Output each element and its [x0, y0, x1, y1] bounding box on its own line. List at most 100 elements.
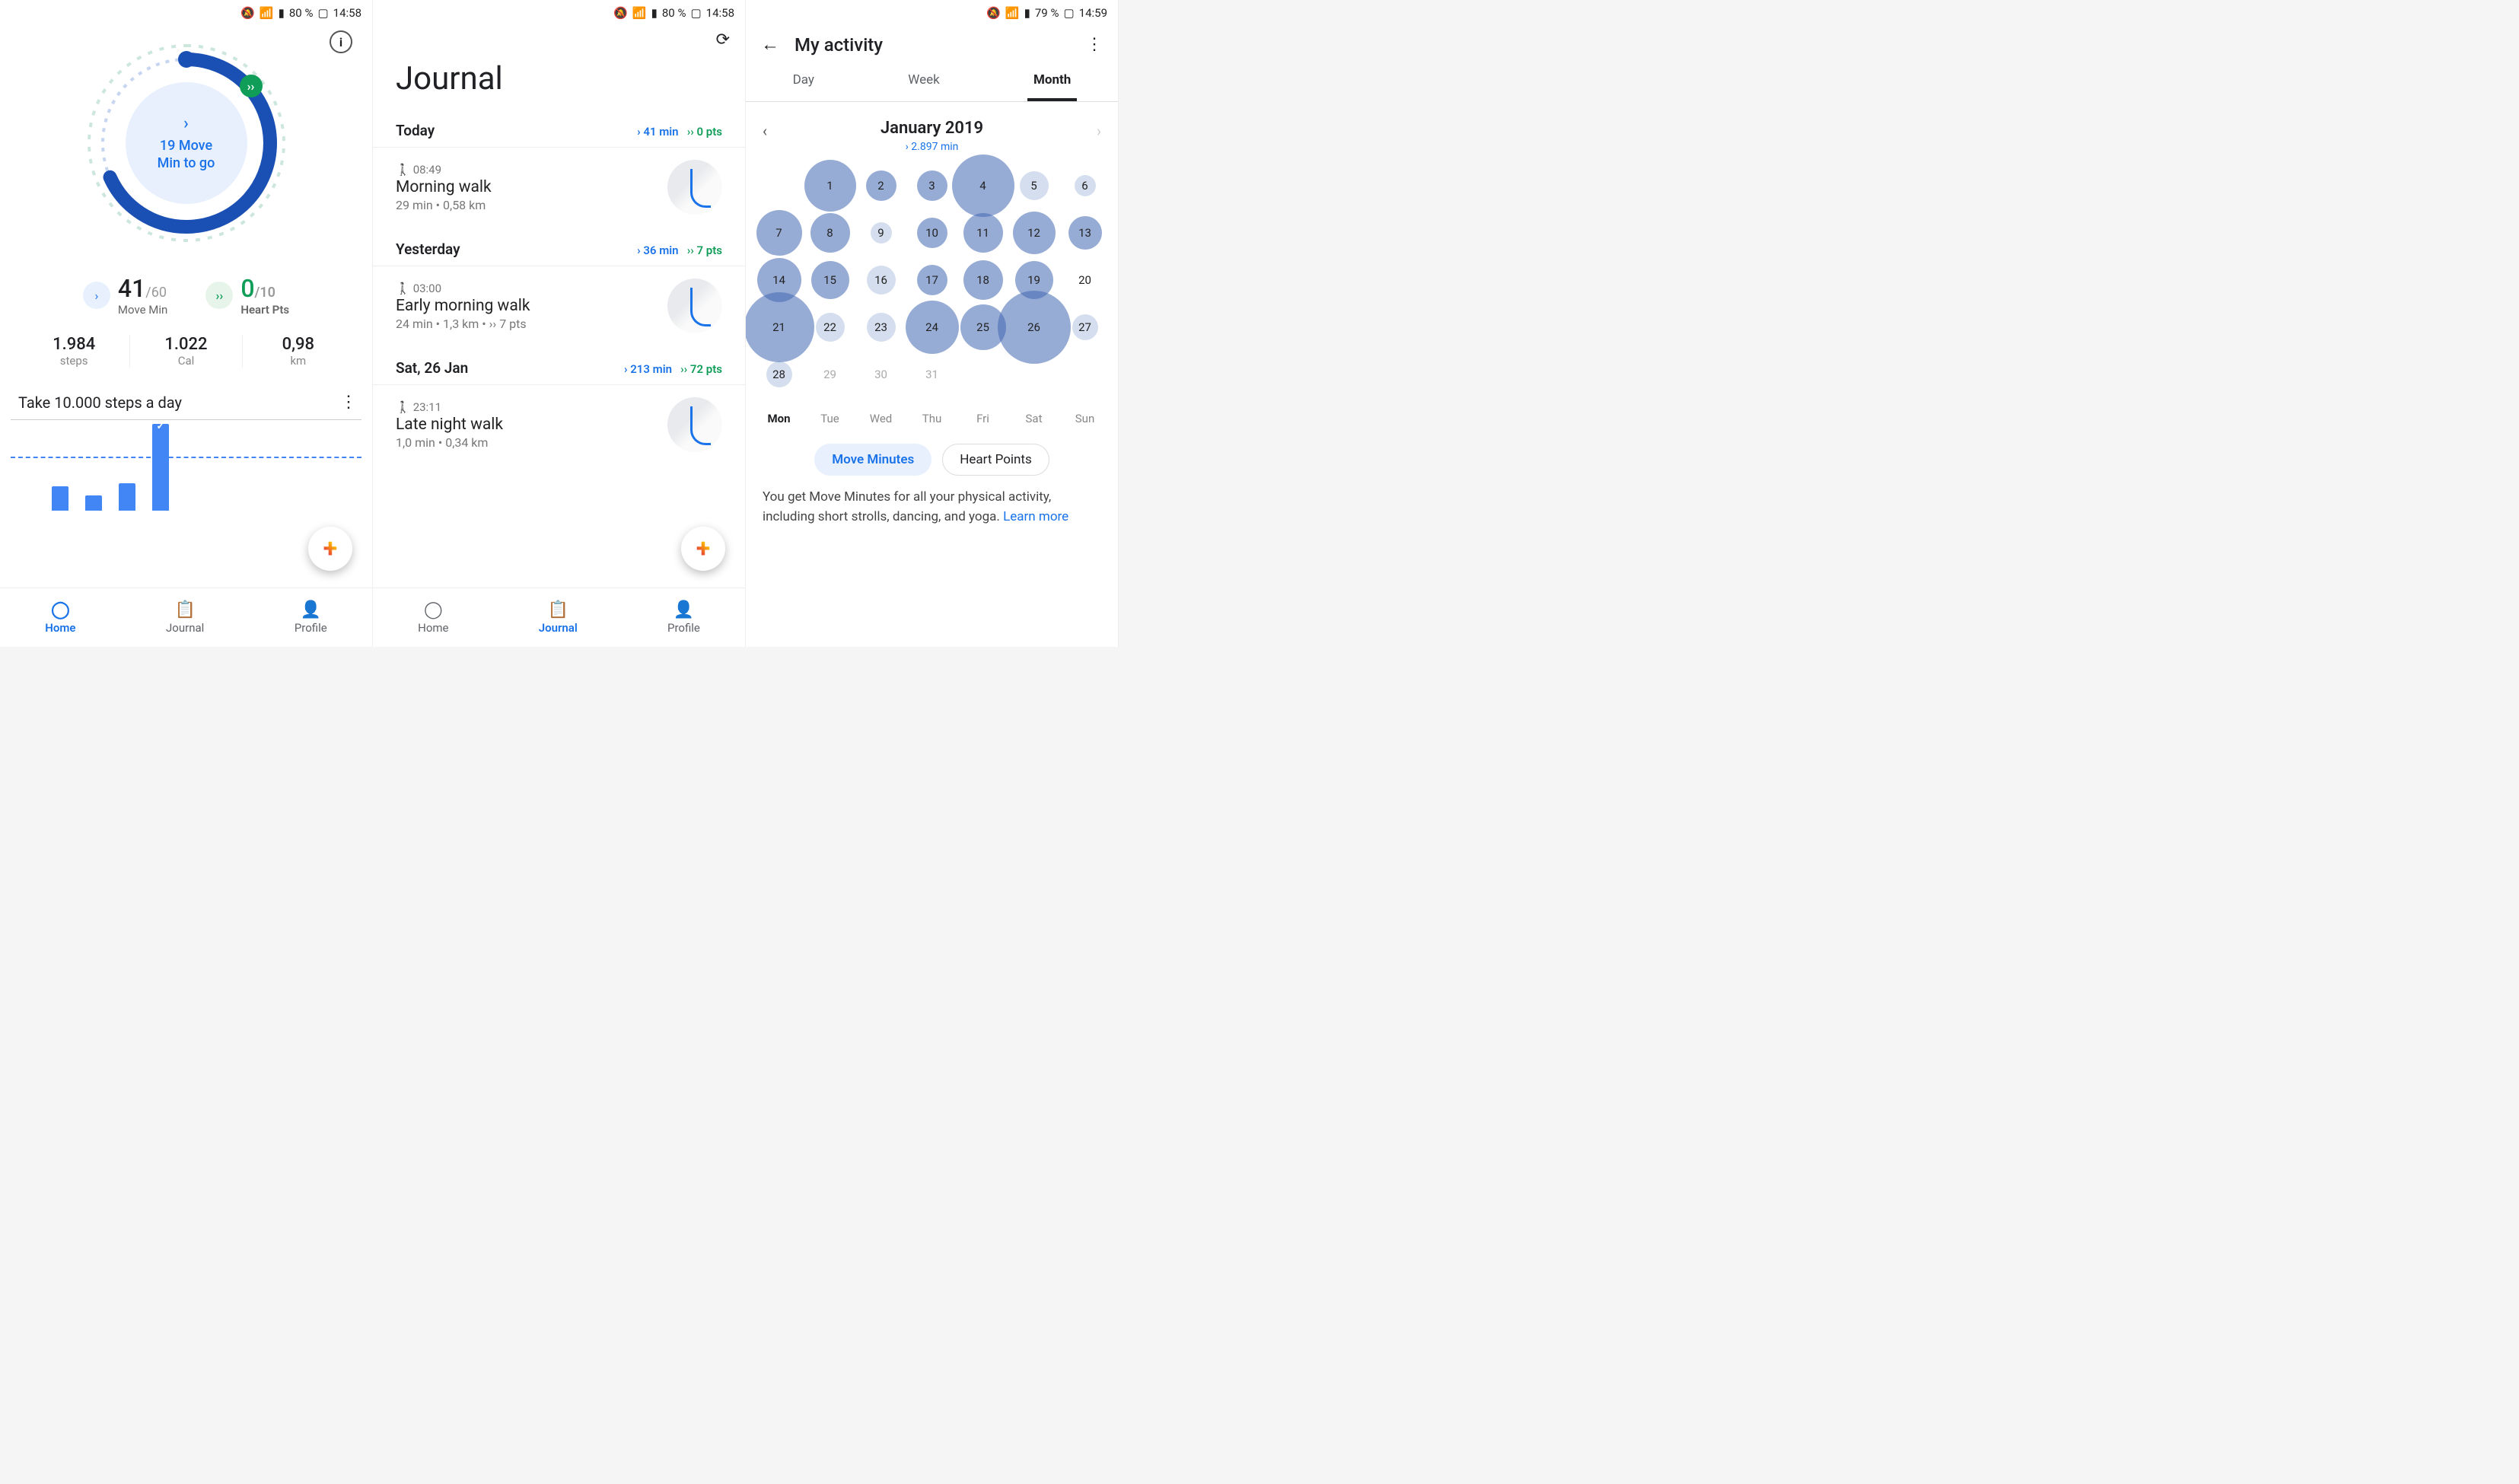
day-bubble[interactable]: 12 — [1008, 209, 1059, 256]
day-bubble[interactable]: 3 — [906, 162, 957, 209]
day-number: 31 — [925, 368, 938, 381]
ring-center[interactable]: › 19 MoveMin to go — [126, 82, 247, 204]
battery-icon: ▢ — [317, 6, 328, 20]
nav-journal[interactable]: 📋Journal — [539, 600, 578, 635]
section-label: Sat, 26 Jan — [396, 359, 468, 377]
journal-item[interactable]: 23:11Late night walk1,0 min • 0,34 km — [373, 385, 745, 467]
journal-item[interactable]: 08:49Morning walk29 min • 0,58 km — [373, 148, 745, 230]
day-bubble[interactable]: 27 — [1059, 304, 1110, 351]
move-label: Move Min — [118, 303, 167, 317]
day-number: 11 — [976, 226, 989, 240]
heart-pts-stat[interactable]: ›› 0/10 Heart Pts — [205, 274, 289, 317]
day-bubble[interactable]: 31 — [906, 351, 957, 398]
weekday-label: Fri — [957, 412, 1008, 425]
chip-move-minutes[interactable]: Move Minutes — [814, 444, 931, 476]
day-bubble[interactable]: 8 — [804, 209, 855, 256]
day-bubble[interactable]: 17 — [906, 256, 957, 304]
steps-metric[interactable]: 1.984steps — [18, 335, 129, 368]
tab-day[interactable]: Day — [787, 63, 820, 101]
move-min-stat[interactable]: › 41/60 Move Min — [83, 274, 167, 317]
status-bar: 🔕 📶 ▮ 80 % ▢ 14:58 — [373, 0, 745, 23]
day-bubble[interactable]: 6 — [1059, 162, 1110, 209]
day-number: 20 — [1078, 273, 1091, 287]
nav-journal[interactable]: 📋Journal — [166, 600, 204, 635]
activity-time: 03:00 — [396, 282, 655, 295]
day-bubble[interactable]: 5 — [1008, 162, 1059, 209]
journal-icon: 📋 — [539, 600, 578, 619]
day-number: 28 — [772, 368, 785, 381]
day-bubble[interactable]: 11 — [957, 209, 1008, 256]
day-bubble[interactable]: 2 — [855, 162, 906, 209]
section-summary: › 41 min ›› 0 pts — [637, 125, 722, 139]
day-bubble[interactable]: 30 — [855, 351, 906, 398]
section-label: Yesterday — [396, 240, 460, 258]
range-tabs: Day Week Month — [746, 63, 1118, 102]
month-label: January 2019 — [746, 119, 1118, 138]
day-bubble[interactable]: 26 — [1008, 304, 1059, 351]
day-bubble[interactable]: 24 — [906, 304, 957, 351]
day-bubble[interactable]: 29 — [804, 351, 855, 398]
nav-profile[interactable]: 👤Profile — [667, 600, 700, 635]
add-fab-button[interactable]: + — [308, 527, 352, 571]
journal-section-header[interactable]: Today› 41 min ›› 0 pts — [373, 111, 745, 148]
activity-name: Morning walk — [396, 178, 655, 196]
day-bubble[interactable]: 23 — [855, 304, 906, 351]
journal-section-header[interactable]: Yesterday› 36 min ›› 7 pts — [373, 230, 745, 266]
activity-meta: 29 min • 0,58 km — [396, 198, 655, 212]
walk-icon — [396, 282, 413, 295]
mute-icon: 🔕 — [613, 6, 628, 20]
journal-title: Journal — [373, 57, 745, 111]
day-bubble[interactable]: 7 — [753, 209, 804, 256]
activity-ring[interactable]: ›› › 19 MoveMin to go — [0, 23, 372, 257]
next-month-icon[interactable]: › — [1097, 122, 1101, 140]
move-value: 41 — [118, 274, 145, 303]
heart-value: 0 — [240, 274, 254, 303]
prev-month-icon[interactable]: ‹ — [763, 122, 767, 140]
heart-label: Heart Pts — [240, 303, 289, 317]
day-bubble[interactable]: 21 — [753, 304, 804, 351]
mute-icon: 🔕 — [986, 6, 1001, 20]
steps-goal-card[interactable]: Take 10.000 steps a day ⋮ — [11, 387, 361, 511]
day-number: 17 — [925, 273, 938, 287]
km-metric[interactable]: 0,98km — [242, 335, 354, 368]
battery-icon: ▢ — [1063, 6, 1074, 20]
home-screen: 🔕 📶 ▮ 80 % ▢ 14:58 i ›› › 19 MoveMin to … — [0, 0, 373, 647]
more-icon[interactable]: ⋮ — [340, 394, 357, 411]
add-fab-button[interactable]: + — [681, 527, 725, 571]
clock-text: 14:58 — [333, 6, 361, 20]
day-bubble[interactable]: 4 — [957, 162, 1008, 209]
day-bubble[interactable]: 20 — [1059, 256, 1110, 304]
day-number: 18 — [976, 273, 989, 287]
weekday-label: Tue — [804, 412, 855, 425]
tab-month[interactable]: Month — [1027, 63, 1077, 101]
learn-more-link[interactable]: Learn more — [1003, 509, 1068, 524]
day-bubble[interactable]: 13 — [1059, 209, 1110, 256]
double-chevron-icon: ›› — [205, 282, 233, 309]
profile-icon: 👤 — [667, 600, 700, 619]
journal-section-header[interactable]: Sat, 26 Jan › 213 min ›› 72 pts — [373, 349, 745, 385]
wifi-icon: 📶 — [260, 6, 274, 20]
nav-home[interactable]: ◯Home — [418, 600, 448, 635]
back-icon[interactable]: ← — [761, 33, 779, 56]
section-summary: › 213 min ›› 72 pts — [624, 362, 722, 376]
day-bubble[interactable]: 18 — [957, 256, 1008, 304]
day-bubble[interactable]: 16 — [855, 256, 906, 304]
day-number: 8 — [826, 226, 833, 240]
day-bubble[interactable]: 15 — [804, 256, 855, 304]
signal-icon: ▮ — [1024, 6, 1030, 20]
day-bubble[interactable]: 28 — [753, 351, 804, 398]
cal-metric[interactable]: 1.022Cal — [129, 335, 241, 368]
day-bubble[interactable]: 22 — [804, 304, 855, 351]
day-bubble[interactable]: 1 — [804, 162, 855, 209]
day-bubble[interactable]: 10 — [906, 209, 957, 256]
tab-week[interactable]: Week — [902, 63, 945, 101]
day-bubble[interactable]: 9 — [855, 209, 906, 256]
chip-heart-points[interactable]: Heart Points — [942, 444, 1049, 476]
journal-item[interactable]: 03:00Early morning walk24 min • 1,3 km •… — [373, 266, 745, 349]
sync-icon[interactable]: ⟳ — [716, 30, 730, 49]
day-number: 5 — [1030, 179, 1037, 193]
weekday-label: Wed — [855, 412, 906, 425]
nav-profile[interactable]: 👤Profile — [295, 600, 327, 635]
nav-home[interactable]: ◯Home — [45, 600, 75, 635]
more-icon[interactable]: ⋮ — [1086, 37, 1103, 53]
